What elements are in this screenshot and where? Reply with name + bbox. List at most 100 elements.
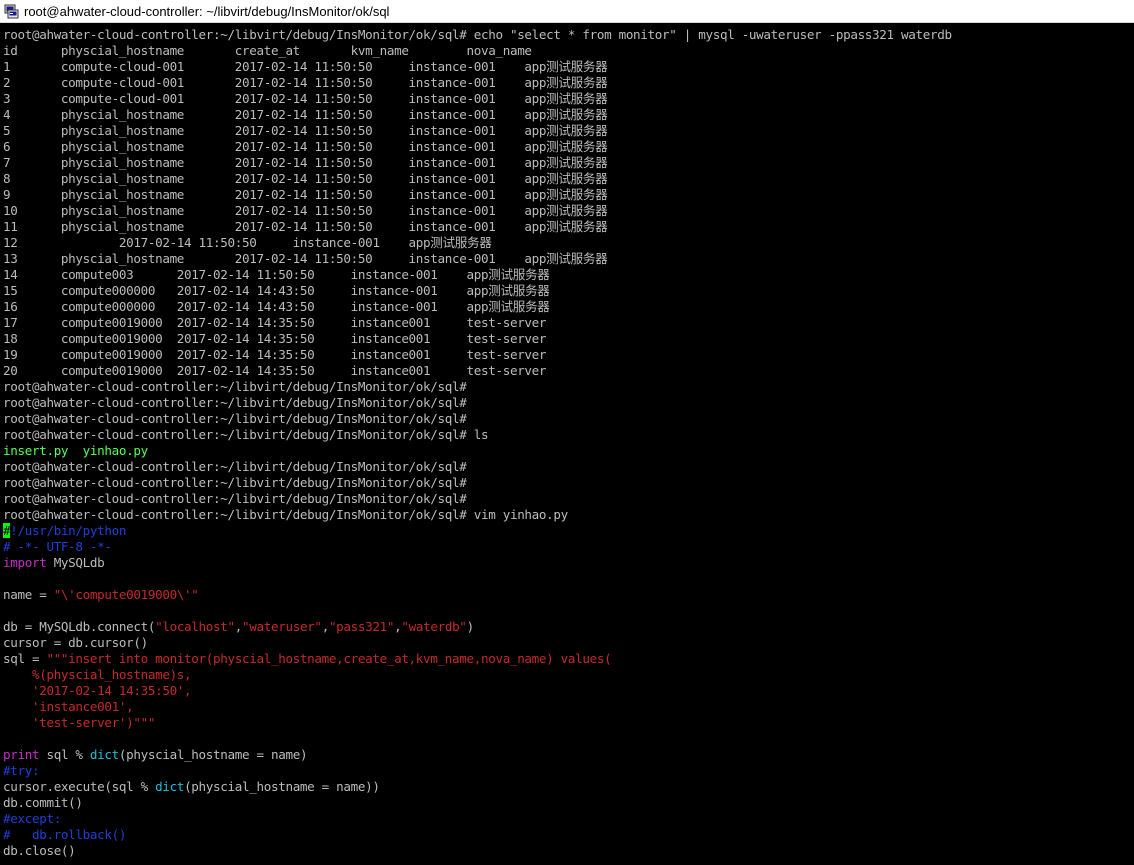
terminal-text: (physcial_hostname = name): [118, 747, 308, 762]
terminal-line: db = MySQLdb.connect("localhost","wateru…: [3, 619, 474, 635]
terminal-line: 'test-server')""": [3, 715, 155, 731]
terminal-line: name = "\'compute0019000\'": [3, 587, 199, 603]
terminal-line: 12 2017-02-14 11:50:50 instance-001 app测…: [3, 235, 492, 251]
terminal-line: cursor.execute(sql % dict(physcial_hostn…: [3, 779, 380, 795]
terminal-text: db.close(): [3, 843, 76, 858]
terminal-text: root@ahwater-cloud-controller:~/libvirt/…: [3, 395, 467, 410]
terminal-text: "pass321": [328, 619, 395, 634]
terminal-text: db.commit(): [3, 795, 83, 810]
terminal-line: root@ahwater-cloud-controller:~/libvirt/…: [3, 507, 568, 523]
terminal-text: 14 compute003 2017-02-14 11:50:50 instan…: [3, 267, 550, 282]
terminal-line: root@ahwater-cloud-controller:~/libvirt/…: [3, 475, 467, 491]
terminal-line: 'instance001',: [3, 699, 134, 715]
terminal-line: 6 physcial_hostname 2017-02-14 11:50:50 …: [3, 139, 608, 155]
terminal-text: "localhost": [155, 619, 235, 634]
terminal-text: # -*- UTF-8 -*-: [3, 539, 112, 554]
terminal-line: 14 compute003 2017-02-14 11:50:50 instan…: [3, 267, 550, 283]
terminal-text: 13 physcial_hostname 2017-02-14 11:50:50…: [3, 251, 608, 266]
terminal-text: ,: [321, 619, 330, 634]
terminal-line: 3 compute-cloud-001 2017-02-14 11:50:50 …: [3, 91, 608, 107]
terminal-line: 17 compute0019000 2017-02-14 14:35:50 in…: [3, 315, 546, 331]
terminal-line: root@ahwater-cloud-controller:~/libvirt/…: [3, 27, 952, 43]
terminal-line: # -*- UTF-8 -*-: [3, 539, 112, 555]
terminal-text: 9 physcial_hostname 2017-02-14 11:50:50 …: [3, 187, 608, 202]
terminal-text: root@ahwater-cloud-controller:~/libvirt/…: [3, 507, 568, 522]
terminal-text: 20 compute0019000 2017-02-14 14:35:50 in…: [3, 363, 547, 378]
terminal-text: root@ahwater-cloud-controller:~/libvirt/…: [3, 411, 467, 426]
terminal-text: sql =: [3, 651, 47, 666]
terminal-text: ,: [234, 619, 243, 634]
terminal-line: id physcial_hostname create_at kvm_name …: [3, 43, 532, 59]
terminal-text: 12 2017-02-14 11:50:50 instance-001 app测…: [3, 235, 492, 250]
terminal-line: '2017-02-14 14:35:50',: [3, 683, 192, 699]
terminal-line: sql = """insert into monitor(physcial_ho…: [3, 651, 612, 667]
terminal-text: root@ahwater-cloud-controller:~/libvirt/…: [3, 427, 489, 442]
terminal-text: root@ahwater-cloud-controller:~/libvirt/…: [3, 27, 952, 42]
terminal-text: import: [3, 555, 47, 570]
terminal-text: 5 physcial_hostname 2017-02-14 11:50:50 …: [3, 123, 608, 138]
terminal-text: MySQLdb: [46, 555, 105, 570]
terminal-text: 7 physcial_hostname 2017-02-14 11:50:50 …: [3, 155, 608, 170]
terminal-line: 18 compute0019000 2017-02-14 14:35:50 in…: [3, 331, 546, 347]
terminal-text: name =: [3, 587, 54, 602]
terminal-text: """insert into monitor(physcial_hostname…: [46, 651, 612, 666]
terminal-text: 15 compute000000 2017-02-14 14:43:50 ins…: [3, 283, 550, 298]
terminal-text: 4 physcial_hostname 2017-02-14 11:50:50 …: [3, 107, 608, 122]
terminal-line: 4 physcial_hostname 2017-02-14 11:50:50 …: [3, 107, 608, 123]
terminal-text: 1 compute-cloud-001 2017-02-14 11:50:50 …: [3, 59, 608, 74]
terminal-text: 16 compute000000 2017-02-14 14:43:50 ins…: [3, 299, 550, 314]
terminal-text: 3 compute-cloud-001 2017-02-14 11:50:50 …: [3, 91, 608, 106]
terminal-text: %(physcial_hostname)s,: [3, 667, 192, 682]
terminal-text: (physcial_hostname = name)): [184, 779, 380, 794]
terminal-output[interactable]: root@ahwater-cloud-controller:~/libvirt/…: [0, 27, 1134, 865]
terminal-text: cursor.execute(sql %: [3, 779, 156, 794]
terminal-text: '2017-02-14 14:35:50',: [3, 683, 192, 698]
terminal-text: 2 compute-cloud-001 2017-02-14 11:50:50 …: [3, 75, 608, 90]
terminal-line: 10 physcial_hostname 2017-02-14 11:50:50…: [3, 203, 608, 219]
terminal-text: root@ahwater-cloud-controller:~/libvirt/…: [3, 491, 467, 506]
terminal-text: 17 compute0019000 2017-02-14 14:35:50 in…: [3, 315, 547, 330]
terminal-line: 20 compute0019000 2017-02-14 14:35:50 in…: [3, 363, 546, 379]
terminal-line: root@ahwater-cloud-controller:~/libvirt/…: [3, 459, 467, 475]
terminal-text: id physcial_hostname create_at kvm_name …: [3, 43, 532, 58]
terminal-text: #except:: [3, 811, 61, 826]
terminal-text: dict: [89, 747, 119, 762]
terminal-line: root@ahwater-cloud-controller:~/libvirt/…: [3, 427, 489, 443]
terminal-text: dict: [155, 779, 185, 794]
terminal-line: #!/usr/bin/python: [3, 523, 126, 539]
terminal-text: sql %: [39, 747, 90, 762]
terminal-text: ): [466, 619, 475, 634]
terminal-line: 9 physcial_hostname 2017-02-14 11:50:50 …: [3, 187, 608, 203]
terminal-text: 'instance001',: [3, 699, 134, 714]
terminal-line: # db.rollback(): [3, 827, 126, 843]
terminal-line: 5 physcial_hostname 2017-02-14 11:50:50 …: [3, 123, 608, 139]
window-title-bar[interactable]: root@ahwater-cloud-controller: ~/libvirt…: [0, 0, 1134, 23]
terminal-text: # db.rollback(): [3, 827, 127, 842]
terminal-line: cursor = db.cursor(): [3, 635, 148, 651]
terminal-text: 10 physcial_hostname 2017-02-14 11:50:50…: [3, 203, 608, 218]
terminal-text: db = MySQLdb.connect(: [3, 619, 156, 634]
terminal-line: 2 compute-cloud-001 2017-02-14 11:50:50 …: [3, 75, 608, 91]
terminal-line: root@ahwater-cloud-controller:~/libvirt/…: [3, 379, 467, 395]
terminal-line: 11 physcial_hostname 2017-02-14 11:50:50…: [3, 219, 608, 235]
terminal-text: 19 compute0019000 2017-02-14 14:35:50 in…: [3, 347, 547, 362]
terminal-line: import MySQLdb: [3, 555, 105, 571]
terminal-line: 1 compute-cloud-001 2017-02-14 11:50:50 …: [3, 59, 608, 75]
terminal-line: 13 physcial_hostname 2017-02-14 11:50:50…: [3, 251, 608, 267]
terminal-line: db.close(): [3, 843, 76, 859]
terminal-text: #try:: [3, 763, 40, 778]
terminal-text: cursor = db.cursor(): [3, 635, 148, 650]
terminal-text: insert.py yinhao.py: [3, 443, 148, 458]
terminal-line: #except:: [3, 811, 61, 827]
terminal-line: 15 compute000000 2017-02-14 14:43:50 ins…: [3, 283, 550, 299]
window-title: root@ahwater-cloud-controller: ~/libvirt…: [24, 4, 390, 19]
terminal-text: root@ahwater-cloud-controller:~/libvirt/…: [3, 459, 467, 474]
terminal-line: 16 compute000000 2017-02-14 14:43:50 ins…: [3, 299, 550, 315]
terminal-line: insert.py yinhao.py: [3, 443, 148, 459]
terminal-line: print sql % dict(physcial_hostname = nam…: [3, 747, 308, 763]
terminal-text: 'test-server')""": [3, 715, 156, 730]
terminal-text: 11 physcial_hostname 2017-02-14 11:50:50…: [3, 219, 608, 234]
putty-terminal-icon: [4, 4, 19, 19]
terminal-line: 7 physcial_hostname 2017-02-14 11:50:50 …: [3, 155, 608, 171]
terminal-text: !/usr/bin/python: [10, 523, 127, 538]
